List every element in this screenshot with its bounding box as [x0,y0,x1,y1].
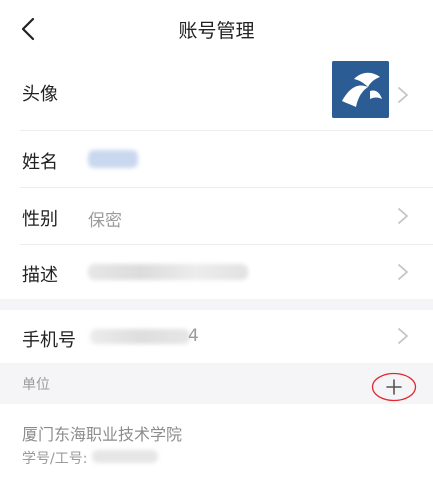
gender-label: 性别 [22,209,58,230]
name-label: 姓名 [22,152,58,173]
phone-card: 手机号 4 [0,310,433,363]
phone-value-redacted [90,329,190,344]
name-value-redacted [88,150,138,168]
units-section-label: 单位 [22,377,50,393]
chevron-right-icon [398,264,408,280]
description-label: 描述 [22,265,58,286]
phone-value-tail: 4 [188,326,199,346]
unit-id-label: 学号/工号: [22,451,88,467]
description-value-redacted [88,264,248,280]
name-row[interactable]: 姓名 [0,131,433,187]
gender-row[interactable]: 性别 保密 [0,188,433,244]
avatar[interactable] [332,61,389,118]
chevron-right-icon [398,208,408,224]
chevron-right-icon [398,87,408,103]
add-unit-button[interactable] [371,371,417,403]
unit-id-value-redacted [92,450,158,463]
unit-name: 厦门东海职业技术学院 [22,425,183,444]
nav-bar: 账号管理 [0,0,433,60]
chevron-right-icon [398,328,408,344]
avatar-logo-icon [332,61,389,118]
phone-row[interactable]: 手机号 4 [0,310,433,363]
phone-label: 手机号 [22,330,76,351]
page-title: 账号管理 [178,20,255,42]
plus-icon [371,372,417,402]
avatar-label: 头像 [22,84,58,105]
gender-value: 保密 [88,211,122,231]
description-row[interactable]: 描述 [0,245,433,299]
